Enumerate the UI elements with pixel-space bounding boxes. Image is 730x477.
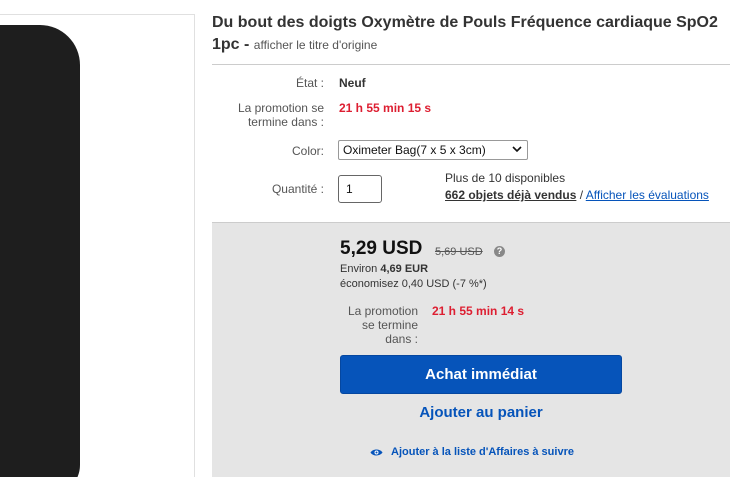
add-to-cart-button[interactable]: Ajouter au panier [340, 404, 622, 421]
color-selected-value: Oximeter Bag(7 x 5 x 3cm) [343, 143, 486, 157]
divider [212, 64, 730, 65]
savings-text: économisez 0,40 USD (-7 %*) [340, 278, 487, 290]
price: 5,29 USD [340, 238, 423, 259]
watchlist-label: Ajouter à la liste d'Affaires à suivre [391, 446, 574, 458]
promo-label: La promotion se termine dans : [237, 101, 324, 129]
color-select[interactable]: Oximeter Bag(7 x 5 x 3cm) [338, 140, 528, 160]
color-label: Color: [291, 144, 324, 158]
sold-info: 662 objets déjà vendus / Afficher les év… [445, 188, 709, 202]
quantity-label: Quantité : [271, 182, 324, 196]
buy-box [212, 222, 730, 477]
product-image[interactable] [0, 14, 195, 477]
reviews-link[interactable]: Afficher les évaluations [586, 188, 709, 202]
approx-value: 4,69 EUR [380, 263, 429, 275]
page-title: Du bout des doigts Oxymètre de Pouls Fré… [212, 12, 730, 56]
sold-count-link[interactable]: 662 objets déjà vendus [445, 188, 576, 202]
quantity-input[interactable]: 1 [338, 175, 382, 203]
add-to-watchlist-link[interactable]: Ajouter à la liste d'Affaires à suivre [370, 446, 574, 458]
buy-now-button[interactable]: Achat immédiat [340, 355, 622, 394]
oximeter-device [0, 25, 80, 477]
chevron-down-icon [512, 146, 522, 153]
condition-label: État : [295, 76, 324, 90]
condition-value: Neuf [339, 76, 366, 90]
availability-text: Plus de 10 disponibles [445, 171, 566, 185]
approx-price: Environ 4,69 EUR [340, 263, 428, 275]
approx-prefix: Environ [340, 263, 378, 275]
original-price: 5,69 USD [435, 246, 483, 258]
buybox-promo-countdown: 21 h 55 min 14 s [432, 304, 525, 318]
separator: / [579, 188, 584, 202]
promo-countdown: 21 h 55 min 15 s [339, 101, 432, 115]
eye-icon [370, 449, 383, 456]
help-icon[interactable]: ? [494, 246, 505, 257]
show-original-title-link[interactable]: afficher le titre d'origine [254, 38, 377, 52]
buybox-promo-label: La promotion se termine dans : [347, 304, 418, 346]
